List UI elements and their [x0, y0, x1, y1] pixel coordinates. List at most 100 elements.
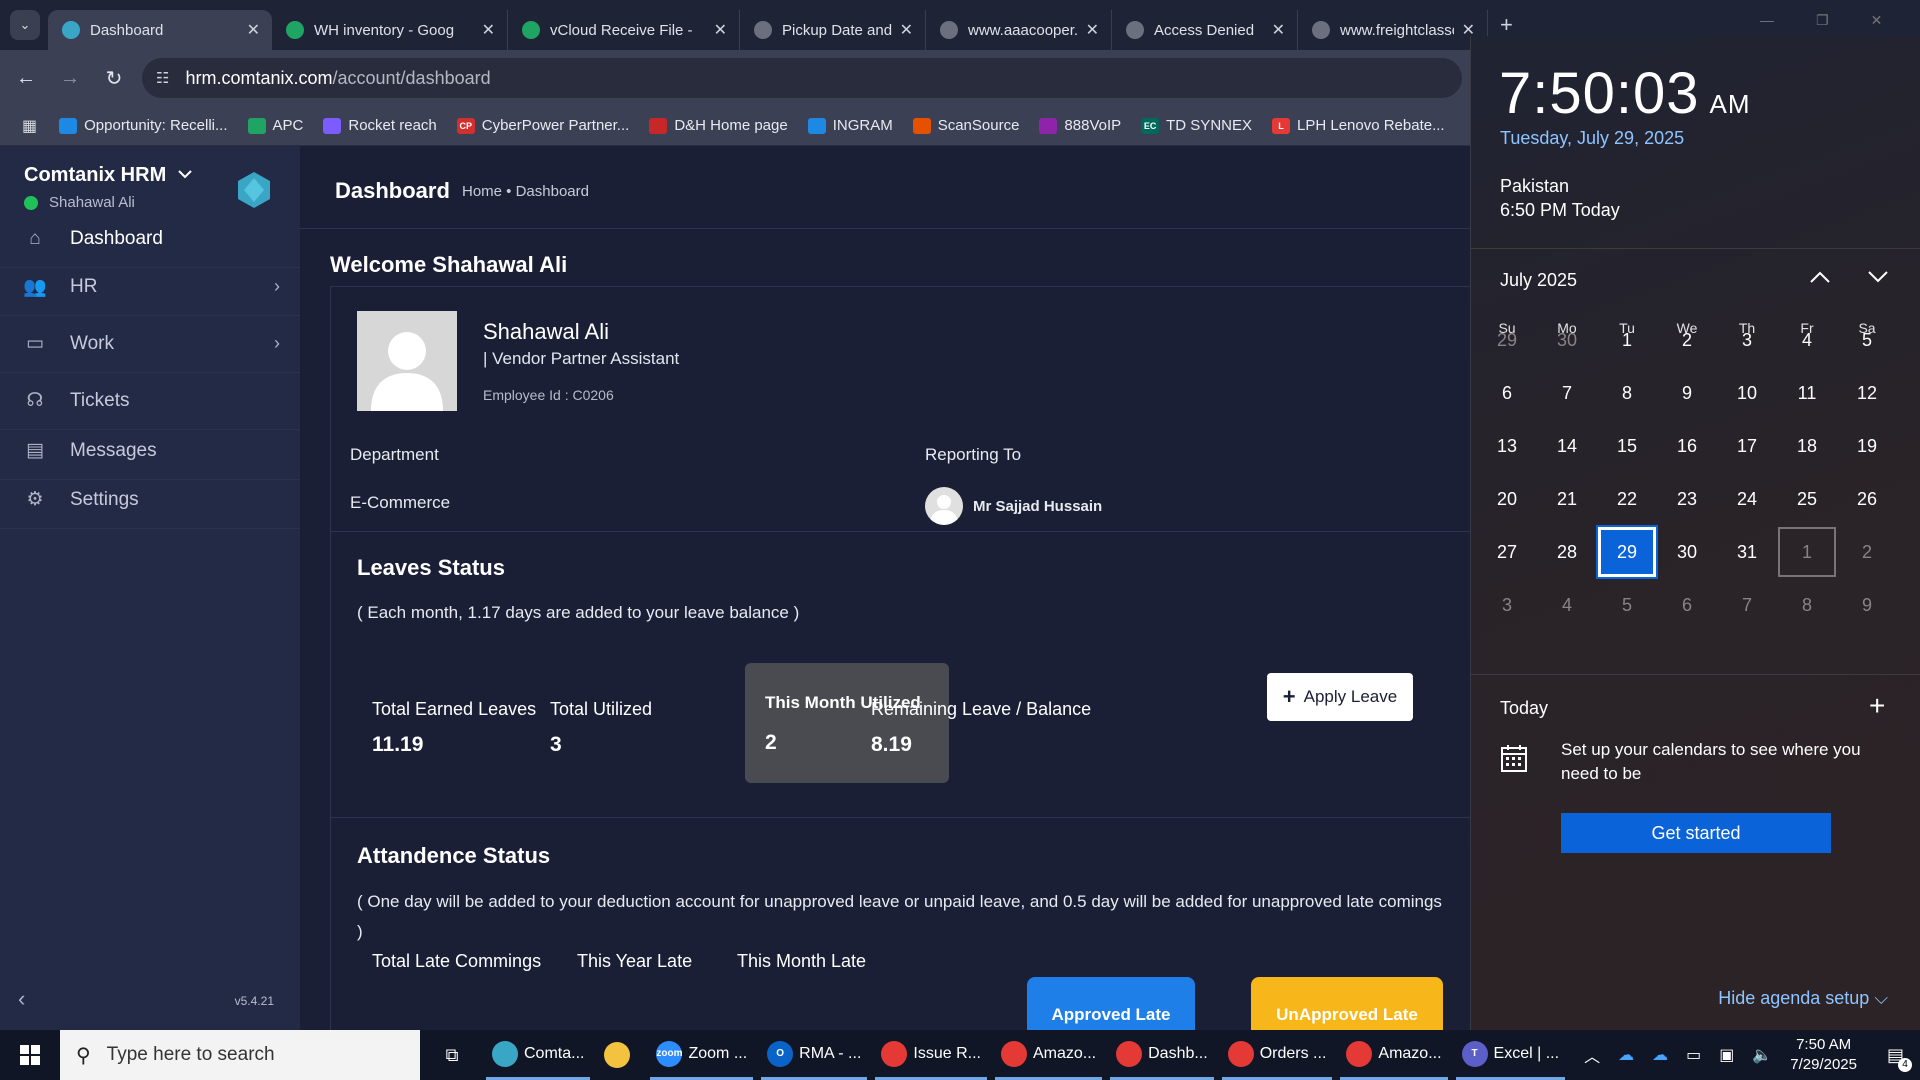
- calendar-day[interactable]: 25: [1778, 474, 1836, 524]
- calendar-day[interactable]: 9: [1658, 368, 1716, 418]
- taskbar-app[interactable]: Issue R...: [875, 1030, 987, 1080]
- battery-icon[interactable]: ▭: [1686, 1045, 1701, 1065]
- add-event-button[interactable]: +: [1869, 690, 1885, 722]
- previous-month-button[interactable]: [1809, 264, 1831, 290]
- calendar-day[interactable]: 24: [1718, 474, 1776, 524]
- bookmark-item[interactable]: 888VoIP: [1039, 117, 1121, 134]
- calendar-day[interactable]: 5: [1598, 580, 1656, 630]
- sidebar-item-hr[interactable]: 👥 HR ›: [0, 258, 300, 316]
- calendar-day[interactable]: 10: [1718, 368, 1776, 418]
- calendar-day[interactable]: 16: [1658, 421, 1716, 471]
- tab-search-button[interactable]: ⌄: [10, 10, 40, 40]
- brand-name[interactable]: Comtanix HRM: [24, 164, 166, 187]
- taskbar-app[interactable]: Orders ...: [1221, 1030, 1333, 1080]
- calendar-day[interactable]: 3: [1478, 580, 1536, 630]
- calendar-day[interactable]: 30: [1538, 315, 1596, 365]
- calendar-day[interactable]: 9: [1838, 580, 1896, 630]
- taskbar-app[interactable]: Comta...: [486, 1030, 591, 1080]
- close-icon[interactable]: ✕: [1871, 12, 1883, 29]
- forward-button[interactable]: →: [52, 60, 88, 96]
- taskbar-app[interactable]: Amazo...: [1340, 1030, 1448, 1080]
- calendar-day[interactable]: 4: [1538, 580, 1596, 630]
- bookmark-item[interactable]: Opportunity: Recelli...: [59, 117, 228, 134]
- calendar-day[interactable]: 22: [1598, 474, 1656, 524]
- calendar-day[interactable]: 8: [1598, 368, 1656, 418]
- chevron-down-icon[interactable]: [178, 166, 192, 182]
- taskbar-app[interactable]: O RMA - ...: [761, 1030, 868, 1080]
- calendar-day[interactable]: 6: [1478, 368, 1536, 418]
- calendar-day[interactable]: 7: [1718, 580, 1776, 630]
- close-icon[interactable]: ✕: [714, 20, 727, 40]
- calendar-day[interactable]: 20: [1478, 474, 1536, 524]
- taskbar-app[interactable]: zoom Zoom ...: [650, 1030, 754, 1080]
- new-tab-button[interactable]: +: [1500, 12, 1513, 38]
- close-icon[interactable]: ✕: [247, 20, 260, 40]
- close-icon[interactable]: ✕: [900, 20, 913, 40]
- browser-tab[interactable]: WH inventory - Goog ✕: [272, 10, 508, 50]
- bookmark-item[interactable]: D&H Home page: [649, 117, 788, 134]
- calendar-day[interactable]: 1: [1778, 527, 1836, 577]
- breadcrumb[interactable]: Home • Dashboard: [462, 183, 589, 200]
- start-button[interactable]: [0, 1030, 60, 1080]
- back-button[interactable]: ←: [8, 60, 44, 96]
- approved-late-button[interactable]: Approved Late: [1027, 977, 1195, 1030]
- bookmark-item[interactable]: L LPH Lenovo Rebate...: [1272, 117, 1445, 134]
- apps-grid-icon[interactable]: ▦: [22, 116, 37, 136]
- flyout-date[interactable]: Tuesday, July 29, 2025: [1500, 128, 1684, 149]
- minimize-icon[interactable]: —: [1760, 12, 1774, 29]
- calendar-day[interactable]: 2: [1838, 527, 1896, 577]
- hide-agenda-setup-link[interactable]: Hide agenda setup ⌵: [1718, 988, 1888, 1009]
- bookmark-item[interactable]: CP CyberPower Partner...: [456, 117, 629, 134]
- calendar-day[interactable]: 31: [1718, 527, 1776, 577]
- next-month-button[interactable]: [1867, 264, 1889, 290]
- calendar-day[interactable]: 19: [1838, 421, 1896, 471]
- taskbar-clock[interactable]: 7:50 AM 7/29/2025: [1790, 1035, 1857, 1075]
- calendar-day[interactable]: 17: [1718, 421, 1776, 471]
- taskbar-app[interactable]: Dashb...: [1110, 1030, 1214, 1080]
- calendar-day[interactable]: 1: [1598, 315, 1656, 365]
- browser-tab[interactable]: Pickup Date and Time ✕: [740, 10, 926, 50]
- bookmark-item[interactable]: INGRAM: [807, 117, 893, 134]
- calendar-day[interactable]: 26: [1838, 474, 1896, 524]
- bookmark-item[interactable]: APC: [247, 117, 303, 134]
- onedrive-icon[interactable]: ☁: [1618, 1045, 1634, 1065]
- taskbar-app[interactable]: Amazo...: [994, 1030, 1103, 1080]
- calendar-day[interactable]: 30: [1658, 527, 1716, 577]
- close-icon[interactable]: ✕: [1272, 20, 1285, 40]
- close-icon[interactable]: ✕: [1086, 20, 1099, 40]
- calendar-day[interactable]: 6: [1658, 580, 1716, 630]
- show-hidden-icons-icon[interactable]: ︿: [1584, 1043, 1600, 1067]
- notification-center-button[interactable]: ▤ 4: [1887, 1045, 1912, 1072]
- taskbar-app[interactable]: [598, 1030, 642, 1080]
- unapproved-late-button[interactable]: UnApproved Late: [1251, 977, 1443, 1030]
- browser-tab[interactable]: Access Denied ✕: [1112, 10, 1298, 50]
- calendar-day[interactable]: 11: [1778, 368, 1836, 418]
- calendar-day[interactable]: 7: [1538, 368, 1596, 418]
- bookmark-item[interactable]: EC TD SYNNEX: [1141, 117, 1252, 134]
- calendar-day[interactable]: 28: [1538, 527, 1596, 577]
- calendar-day[interactable]: 3: [1718, 315, 1776, 365]
- calendar-day[interactable]: 14: [1538, 421, 1596, 471]
- calendar-day[interactable]: 15: [1598, 421, 1656, 471]
- calendar-month[interactable]: July 2025: [1500, 270, 1577, 291]
- bookmark-item[interactable]: ScanSource: [912, 117, 1019, 134]
- calendar-day[interactable]: 13: [1478, 421, 1536, 471]
- calendar-day[interactable]: 4: [1778, 315, 1836, 365]
- site-info-icon[interactable]: ☷: [156, 69, 169, 87]
- network-icon[interactable]: ▣: [1719, 1045, 1734, 1065]
- volume-icon[interactable]: 🔈: [1752, 1045, 1772, 1065]
- calendar-day[interactable]: 8: [1778, 580, 1836, 630]
- browser-tab[interactable]: www.aaacooper.com ✕: [926, 10, 1112, 50]
- restore-icon[interactable]: ❐: [1816, 12, 1829, 29]
- browser-tab[interactable]: www.freightclasscalc✕: [1298, 10, 1488, 50]
- calendar-day[interactable]: 29: [1478, 315, 1536, 365]
- get-started-button[interactable]: Get started: [1561, 813, 1831, 853]
- browser-tab[interactable]: vCloud Receive File - ✕: [508, 10, 740, 50]
- apply-leave-button[interactable]: + Apply Leave: [1267, 673, 1413, 721]
- calendar-day[interactable]: 5: [1838, 315, 1896, 365]
- sidebar-item-settings[interactable]: ⚙ Settings: [0, 471, 300, 529]
- onedrive-icon[interactable]: ☁: [1652, 1045, 1668, 1065]
- calendar-day[interactable]: 27: [1478, 527, 1536, 577]
- task-view-button[interactable]: ⧉: [428, 1045, 476, 1066]
- taskbar-app[interactable]: T Excel | ...: [1455, 1030, 1566, 1080]
